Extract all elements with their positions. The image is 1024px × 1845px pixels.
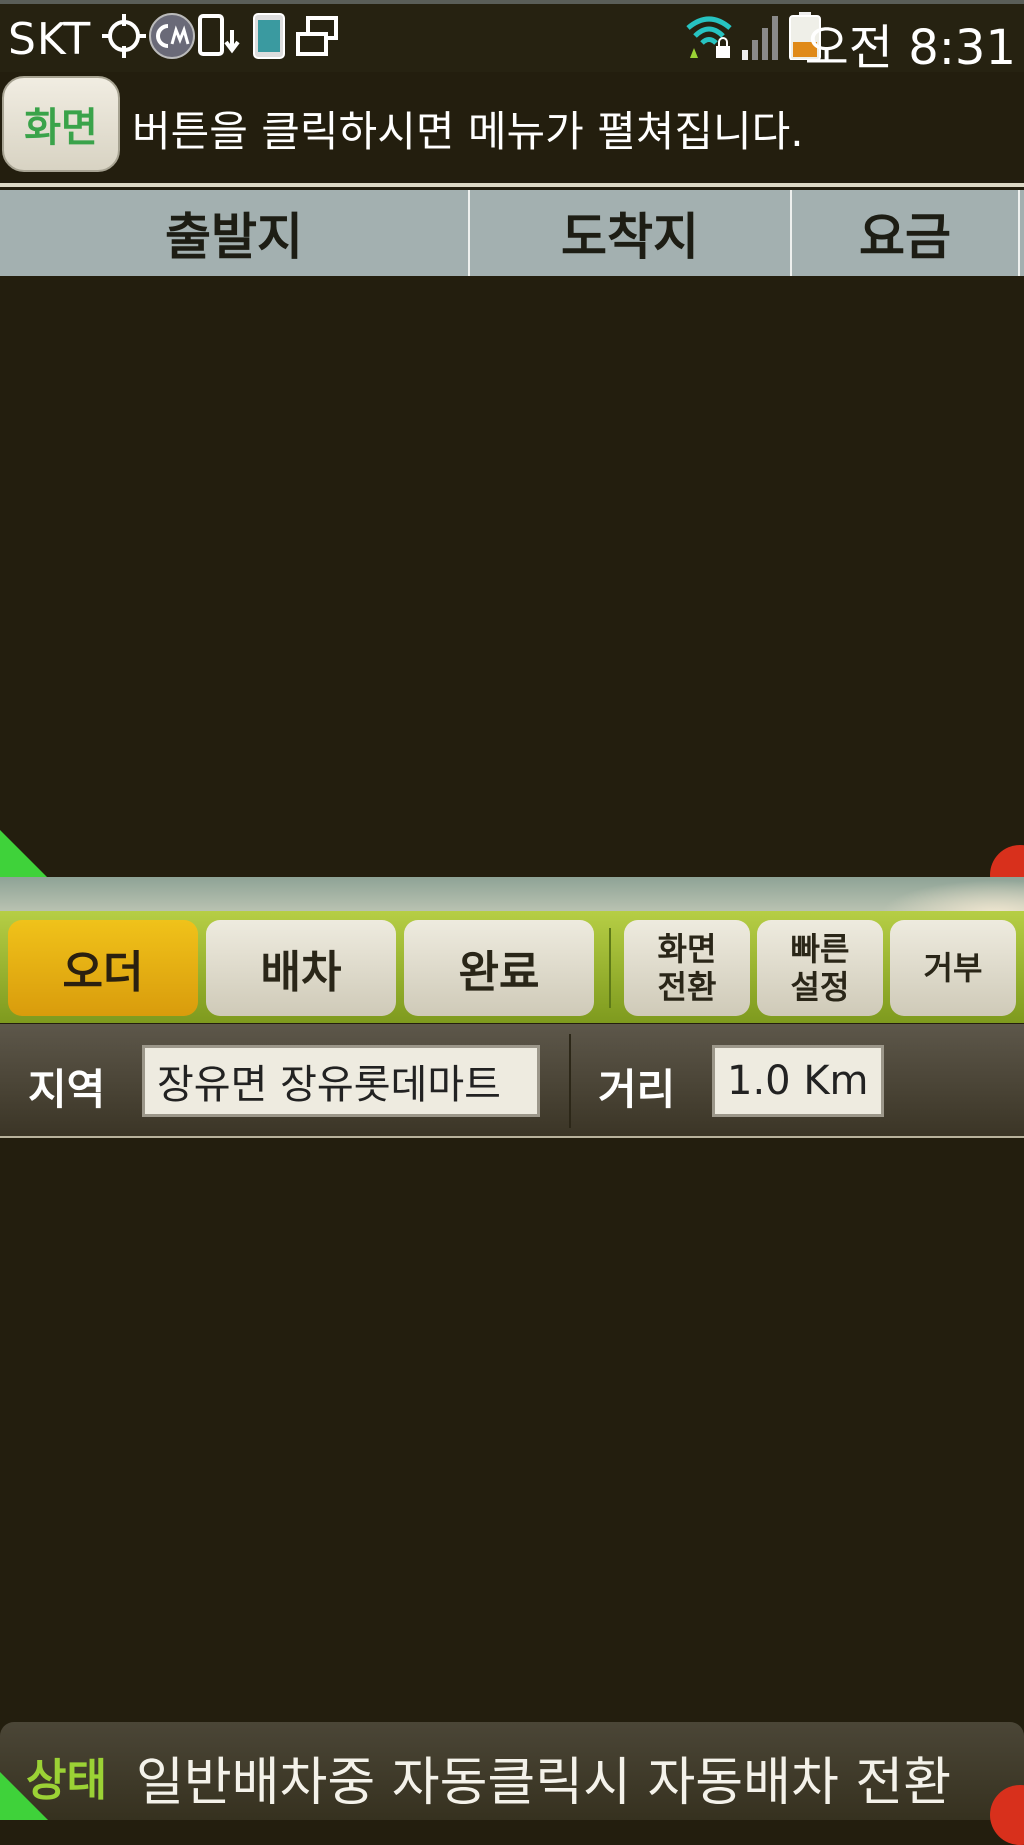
tab-complete[interactable]: 완료 (404, 920, 594, 1016)
distance-field[interactable]: 1.0 Km (712, 1045, 884, 1117)
gps-icon (102, 14, 146, 58)
divider (0, 183, 1024, 187)
tab-order[interactable]: 오더 (8, 920, 198, 1016)
corner-marker-green (0, 1772, 48, 1820)
wifi-lock-icon (686, 16, 732, 58)
distance-label: 거리 (598, 1065, 676, 1114)
screen-switch-button[interactable]: 화면 전환 (624, 920, 750, 1016)
reject-button[interactable]: 거부 (890, 920, 1016, 1016)
carrier-name: SKT (8, 14, 92, 65)
clock: 오전 8:31 (804, 20, 1016, 76)
column-header-destination[interactable]: 도착지 (470, 190, 790, 276)
region-field[interactable]: 장유면 장유롯데마트 (142, 1045, 540, 1117)
column-divider (1018, 190, 1020, 276)
screen-menu-button[interactable]: 화면 (2, 76, 120, 172)
phone-screen-icon (253, 13, 285, 59)
tab-strip-highlight (880, 880, 1024, 914)
filter-divider (569, 1034, 571, 1128)
corner-marker-green (0, 830, 48, 878)
tab-divider (609, 928, 611, 1008)
tab-dispatch[interactable]: 배차 (206, 920, 396, 1016)
region-label: 지역 (28, 1065, 106, 1114)
multi-window-icon (296, 16, 338, 56)
info-message: 버튼을 클릭하시면 메뉴가 펼쳐집니다. (132, 107, 804, 156)
signal-bars-icon (742, 16, 778, 60)
phone-download-icon (198, 14, 240, 56)
cm-app-icon (149, 13, 195, 59)
column-header-departure[interactable]: 출발지 (0, 190, 468, 276)
content-area (0, 1138, 1024, 1722)
order-list[interactable] (0, 276, 1024, 876)
column-header-fare[interactable]: 요금 (792, 190, 1018, 276)
tab-strip-top (0, 877, 1024, 911)
quick-setting-button[interactable]: 빠른 설정 (757, 920, 883, 1016)
status-text: 일반배차중 자동클릭시 자동배차 전환 (136, 1753, 952, 1813)
